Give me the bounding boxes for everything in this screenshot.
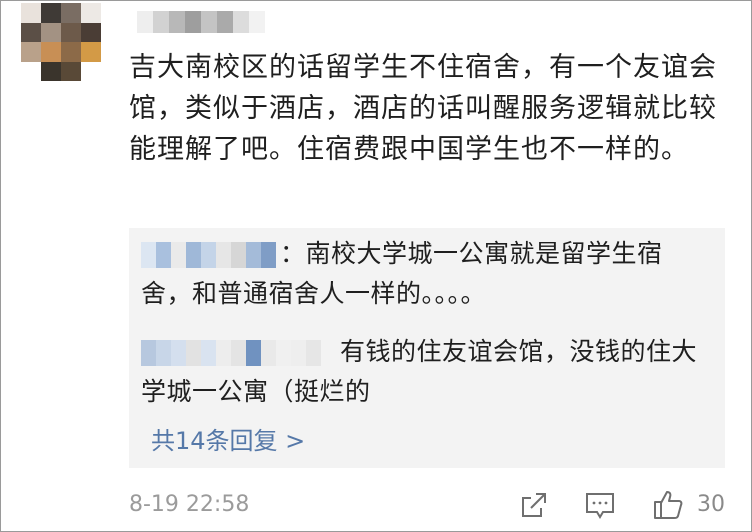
reply-username-redacted[interactable] — [141, 242, 276, 268]
timestamp: 8-19 22:58 — [129, 492, 250, 517]
reply-item[interactable]: 有钱的住友谊会馆，没钱的住大学城一公寓（挺烂的 — [141, 332, 711, 412]
username-redacted[interactable] — [121, 11, 265, 33]
comment-icon[interactable] — [583, 488, 617, 522]
share-icon[interactable] — [517, 488, 551, 522]
like-count: 30 — [697, 492, 725, 517]
replies-panel: ：南校大学城一公寓就是留学生宿舍，和普通宿舍人一样的。。。。 有钱的住友谊会馆，… — [129, 228, 725, 468]
avatar[interactable] — [21, 3, 101, 81]
reply-item[interactable]: ：南校大学城一公寓就是留学生宿舍，和普通宿舍人一样的。。。。 — [141, 234, 711, 314]
thumbs-up-icon[interactable] — [651, 488, 685, 522]
comment-text: 吉大南校区的话留学生不住宿舍，有一个友谊会馆，类似于酒店，酒店的话叫醒服务逻辑就… — [129, 52, 717, 165]
more-replies-link[interactable]: 共14条回复 > — [151, 421, 305, 456]
comment-footer: 8-19 22:58 30 — [129, 488, 729, 524]
reply-username-redacted[interactable] — [141, 340, 336, 366]
